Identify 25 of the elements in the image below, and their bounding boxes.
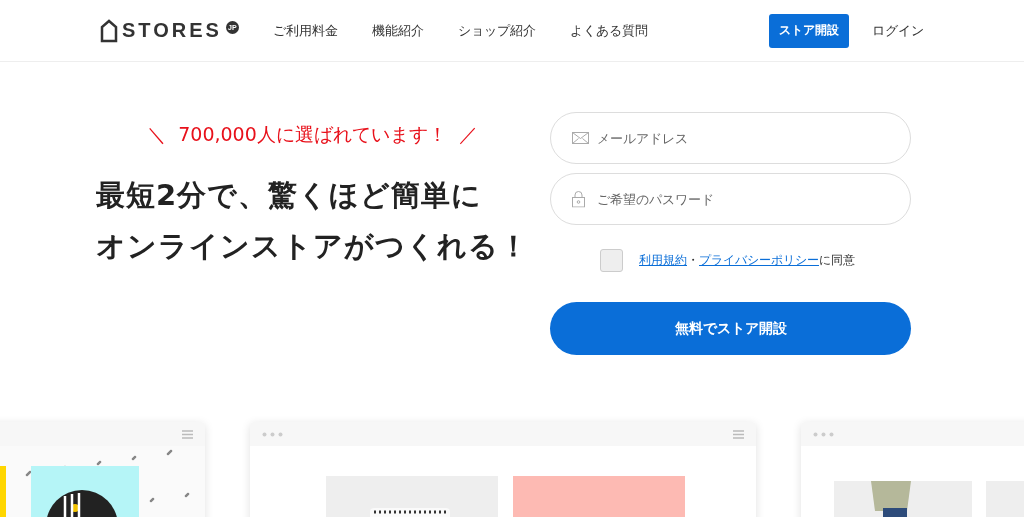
- nav-link[interactable]: よくある質問: [569, 21, 648, 40]
- open-store-button[interactable]: ストア開設: [769, 13, 849, 48]
- tagline-mark: ／: [458, 122, 478, 147]
- separator: ・: [687, 251, 699, 269]
- headline: オンラインストアがつくれる！: [96, 228, 529, 265]
- menu-icon: [733, 429, 744, 439]
- email-field[interactable]: メールアドレス: [550, 112, 911, 164]
- password-field[interactable]: ご希望のパスワード: [550, 173, 911, 225]
- logo-text[interactable]: STORES: [122, 19, 222, 42]
- privacy-policy-link[interactable]: プライバシーポリシー: [699, 251, 819, 269]
- agree-label: に同意: [819, 251, 855, 269]
- tagline-mark: ＼: [147, 122, 167, 147]
- nav-link[interactable]: 機能紹介: [371, 21, 424, 40]
- headline: 最短2分で、驚くほど簡単に: [96, 177, 484, 214]
- terms-link[interactable]: 利用規約: [639, 251, 687, 269]
- login-link[interactable]: ログイン: [872, 21, 924, 40]
- window-dots-icon: [262, 431, 284, 437]
- free-open-store-button[interactable]: 無料でストア開設: [550, 302, 911, 355]
- tagline: 700,000人に選ばれています！: [178, 122, 447, 147]
- menu-icon: [182, 429, 193, 439]
- agree-checkbox[interactable]: [600, 248, 623, 272]
- house-icon: [100, 18, 118, 43]
- window-dots-icon: [813, 431, 835, 437]
- nav-link[interactable]: ショップ紹介: [457, 21, 536, 40]
- nav-link[interactable]: ご利用料金: [272, 21, 338, 40]
